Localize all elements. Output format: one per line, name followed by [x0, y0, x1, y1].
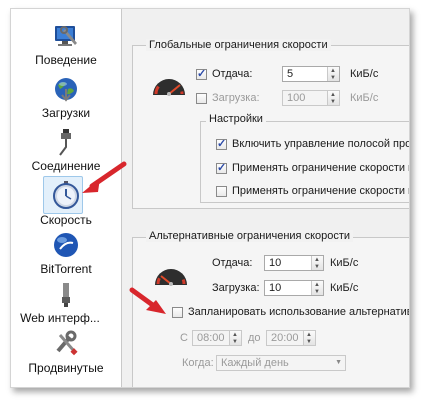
bandwidth-scheduler-checkbox[interactable]: ✓	[216, 138, 227, 150]
monitor-wrench-icon	[55, 26, 77, 46]
speed-settings-panel: Глобальные ограничения скорости ✓ Отдача…	[122, 9, 409, 387]
sidebar-item-bittorrent[interactable]: BitTorrent	[11, 231, 121, 281]
spin-buttons[interactable]: ▲ ▼	[327, 91, 339, 105]
subgroup-title: Настройки	[206, 113, 266, 125]
option-label: Применять ограничение скорости к	[232, 162, 410, 174]
alt-download-unit: КиБ/с	[330, 282, 359, 294]
to-label: до	[248, 332, 261, 344]
schedule-alt-label: Запланировать использование альтернатив	[188, 306, 410, 318]
when-select[interactable]: Каждый день ▼	[216, 355, 346, 371]
speedometer-icon	[153, 79, 185, 96]
tools-icon	[56, 330, 78, 356]
apply-limit-utp-checkbox[interactable]: ✓	[216, 162, 227, 174]
spin-buttons[interactable]: ▲ ▼	[311, 256, 323, 270]
sidebar-item-label: Скорость	[40, 213, 92, 227]
bittorrent-globe-icon	[54, 233, 78, 257]
sidebar-item-advanced[interactable]: Продвинутые	[11, 329, 121, 379]
apply-limit-overhead-checkbox[interactable]	[216, 186, 227, 197]
group-title: Альтернативные ограничения скорости	[146, 230, 354, 242]
preferences-window: Поведение Загрузки Соединение Скорость B…	[10, 8, 410, 388]
spin-buttons[interactable]: ▲ ▼	[311, 281, 323, 295]
upload-unit: КиБ/с	[350, 68, 379, 80]
sidebar-item-label: BitTorrent	[40, 262, 92, 276]
sidebar-item-label: Поведение	[35, 53, 97, 67]
alt-download-label: Загрузка:	[212, 282, 260, 294]
stopwatch-icon	[53, 181, 79, 209]
schedule-alt-checkbox[interactable]	[172, 307, 183, 318]
globe-download-icon	[55, 78, 77, 102]
alt-upload-unit: КиБ/с	[330, 257, 359, 269]
upload-limit-input[interactable]: 5 ▲ ▼	[282, 66, 340, 82]
web-ui-plug-icon	[62, 283, 70, 307]
download-unit: КиБ/с	[350, 92, 379, 104]
sidebar-item-behavior[interactable]: Поведение	[11, 23, 121, 73]
upload-limit-label: Отдача:	[212, 68, 253, 80]
spin-buttons[interactable]: ▲ ▼	[327, 67, 339, 81]
sidebar-item-web-ui[interactable]: Web интерф...	[11, 281, 121, 331]
option-label: Включить управление полосой пропу	[232, 138, 410, 150]
from-label: С	[180, 332, 188, 344]
group-title: Глобальные ограничения скорости	[146, 39, 331, 51]
spin-buttons[interactable]: ▲ ▼	[303, 331, 315, 345]
network-plug-icon	[59, 129, 71, 156]
annotation-arrow-schedule	[129, 287, 166, 314]
sidebar-item-label: Web интерф...	[20, 311, 100, 325]
sidebar-item-label: Продвинутые	[28, 361, 104, 375]
alt-download-input[interactable]: 10 ▲ ▼	[264, 280, 324, 296]
alt-upload-label: Отдача:	[212, 257, 253, 269]
download-limit-checkbox[interactable]	[196, 93, 207, 104]
when-label: Когда:	[182, 357, 214, 369]
check-mark-icon: ✓	[217, 162, 227, 174]
annotation-arrow-speed	[82, 161, 127, 193]
check-mark-icon: ✓	[217, 138, 227, 150]
from-time-input[interactable]: 08:00 ▲ ▼	[192, 330, 242, 346]
to-time-input[interactable]: 20:00 ▲ ▼	[266, 330, 316, 346]
sidebar-item-label: Загрузки	[41, 106, 91, 120]
option-label: Применять ограничение скорости к	[232, 185, 410, 197]
download-limit-input[interactable]: 100 ▲ ▼	[282, 90, 340, 106]
download-limit-label: Загрузка:	[212, 92, 260, 104]
upload-limit-checkbox[interactable]: ✓	[196, 68, 207, 80]
sidebar-item-downloads[interactable]: Загрузки	[11, 75, 121, 125]
check-mark-icon: ✓	[197, 68, 207, 80]
chevron-down-icon: ▼	[335, 359, 342, 366]
alt-upload-input[interactable]: 10 ▲ ▼	[264, 255, 324, 271]
spin-buttons[interactable]: ▲ ▼	[229, 331, 241, 345]
